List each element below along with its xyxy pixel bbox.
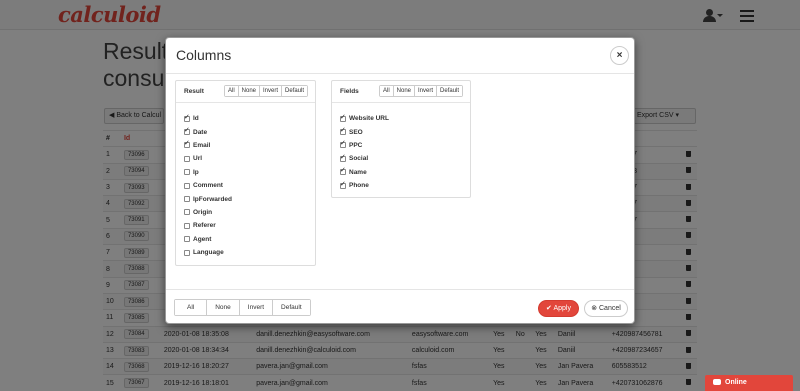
column-checkbox-label: Referer — [193, 222, 216, 230]
result-checkbox-list: Id Date Email Url Ip Comment IpForwarded Origin… — [184, 112, 232, 259]
column-checkbox[interactable] — [184, 209, 190, 216]
column-checkbox-row[interactable]: PPC — [340, 139, 389, 152]
result-select-all-button[interactable]: All — [225, 86, 238, 96]
result-invert-button[interactable]: Invert — [259, 86, 282, 96]
column-checkbox-label: Date — [193, 128, 208, 136]
columns-modal: Columns × Result All None Invert Default… — [165, 37, 635, 324]
close-icon[interactable]: × — [610, 46, 629, 65]
online-chat-widget[interactable]: Online — [705, 375, 793, 391]
column-checkbox-row[interactable]: Url — [184, 152, 232, 165]
column-checkbox-label: Email — [193, 141, 211, 149]
column-checkbox-label: Phone — [349, 182, 369, 190]
column-checkbox-label: Language — [193, 249, 224, 257]
column-checkbox[interactable] — [340, 139, 346, 149]
modal-footer: All None Invert Default ✔ Apply ⊗ Cancel — [166, 289, 634, 323]
column-checkbox-label: Url — [193, 155, 203, 163]
column-checkbox-label: Agent — [193, 235, 212, 243]
column-checkbox-label: SEO — [349, 128, 363, 136]
column-checkbox-row[interactable]: IpForwarded — [184, 192, 232, 205]
column-checkbox-row[interactable]: Phone — [340, 179, 389, 192]
column-checkbox[interactable] — [184, 236, 190, 243]
fields-select-none-button[interactable]: None — [392, 86, 415, 96]
select-all-button[interactable]: All — [175, 300, 207, 315]
result-default-button[interactable]: Default — [281, 86, 308, 96]
column-checkbox-row[interactable]: Website URL — [340, 112, 389, 125]
column-checkbox-label: Comment — [193, 182, 223, 190]
column-checkbox[interactable] — [184, 249, 190, 256]
column-checkbox-row[interactable]: SEO — [340, 125, 389, 138]
column-checkbox[interactable] — [340, 126, 346, 136]
column-checkbox[interactable] — [184, 155, 190, 162]
cancel-button[interactable]: ⊗ Cancel — [584, 300, 628, 317]
column-checkbox-label: IpForwarded — [193, 195, 233, 203]
column-checkbox[interactable] — [184, 113, 190, 122]
column-checkbox-label: Social — [349, 155, 369, 163]
fields-invert-button[interactable]: Invert — [414, 86, 437, 96]
column-checkbox[interactable] — [340, 113, 346, 122]
column-checkbox-label: Origin — [193, 208, 213, 216]
column-checkbox-label: PPC — [349, 141, 363, 149]
column-checkbox[interactable] — [340, 153, 346, 162]
result-select-none-button[interactable]: None — [237, 86, 260, 96]
column-checkbox-row[interactable]: Email — [184, 139, 232, 152]
apply-button[interactable]: ✔ Apply — [538, 300, 579, 317]
column-checkbox[interactable] — [184, 182, 190, 189]
column-checkbox-label: Name — [349, 168, 367, 176]
panel-title: Result — [184, 88, 204, 95]
column-checkbox-row[interactable]: Agent — [184, 233, 232, 246]
modal-title: Columns — [176, 47, 232, 63]
column-checkbox-label: Ip — [193, 168, 199, 176]
column-checkbox-row[interactable]: Ip — [184, 166, 232, 179]
select-none-button[interactable]: None — [206, 300, 239, 315]
chat-status-label: Online — [725, 379, 747, 386]
invert-button[interactable]: Invert — [238, 300, 273, 315]
result-columns-panel: Result All None Invert Default Id Date Ema… — [175, 80, 316, 266]
column-checkbox-row[interactable]: Name — [340, 166, 389, 179]
column-checkbox[interactable] — [184, 126, 190, 136]
column-checkbox-row[interactable]: Social — [340, 152, 389, 165]
column-checkbox-row[interactable]: Date — [184, 125, 232, 138]
modal-header: Columns × — [166, 38, 634, 74]
chat-icon — [713, 379, 721, 385]
column-checkbox[interactable] — [340, 180, 346, 189]
column-checkbox-row[interactable]: Language — [184, 246, 232, 259]
panel-title: Fields — [340, 88, 359, 95]
fields-select-controls: All None Invert Default — [379, 85, 464, 97]
column-checkbox-row[interactable]: Id — [184, 112, 232, 125]
fields-default-button[interactable]: Default — [436, 86, 463, 96]
fields-columns-panel: Fields All None Invert Default Website U… — [331, 80, 471, 198]
global-select-controls: All None Invert Default — [174, 299, 311, 316]
column-checkbox-row[interactable]: Comment — [184, 179, 232, 192]
default-button[interactable]: Default — [272, 300, 310, 315]
fields-checkbox-list: Website URL SEO PPC Social Name Phone — [340, 112, 389, 192]
fields-select-all-button[interactable]: All — [380, 86, 393, 96]
column-checkbox[interactable] — [340, 166, 346, 176]
column-checkbox-label: Id — [193, 115, 199, 123]
column-checkbox-label: Website URL — [349, 115, 389, 123]
column-checkbox[interactable] — [184, 222, 190, 229]
column-checkbox[interactable] — [184, 169, 190, 176]
column-checkbox-row[interactable]: Origin — [184, 206, 232, 219]
column-checkbox[interactable] — [184, 196, 190, 203]
column-checkbox[interactable] — [184, 139, 190, 149]
column-checkbox-row[interactable]: Referer — [184, 219, 232, 232]
result-select-controls: All None Invert Default — [224, 85, 309, 97]
